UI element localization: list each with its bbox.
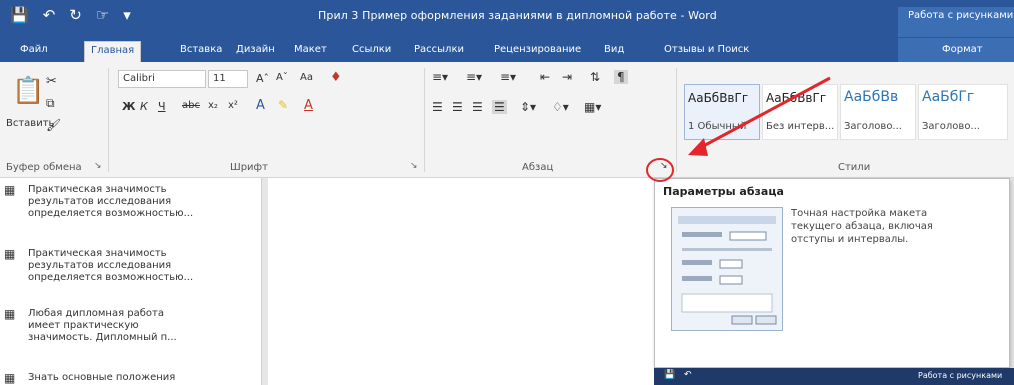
annotation-arrowhead <box>688 138 708 156</box>
annotation-overlay <box>646 76 831 182</box>
annotation-arrow <box>695 76 831 152</box>
annotation-circle <box>646 158 674 182</box>
